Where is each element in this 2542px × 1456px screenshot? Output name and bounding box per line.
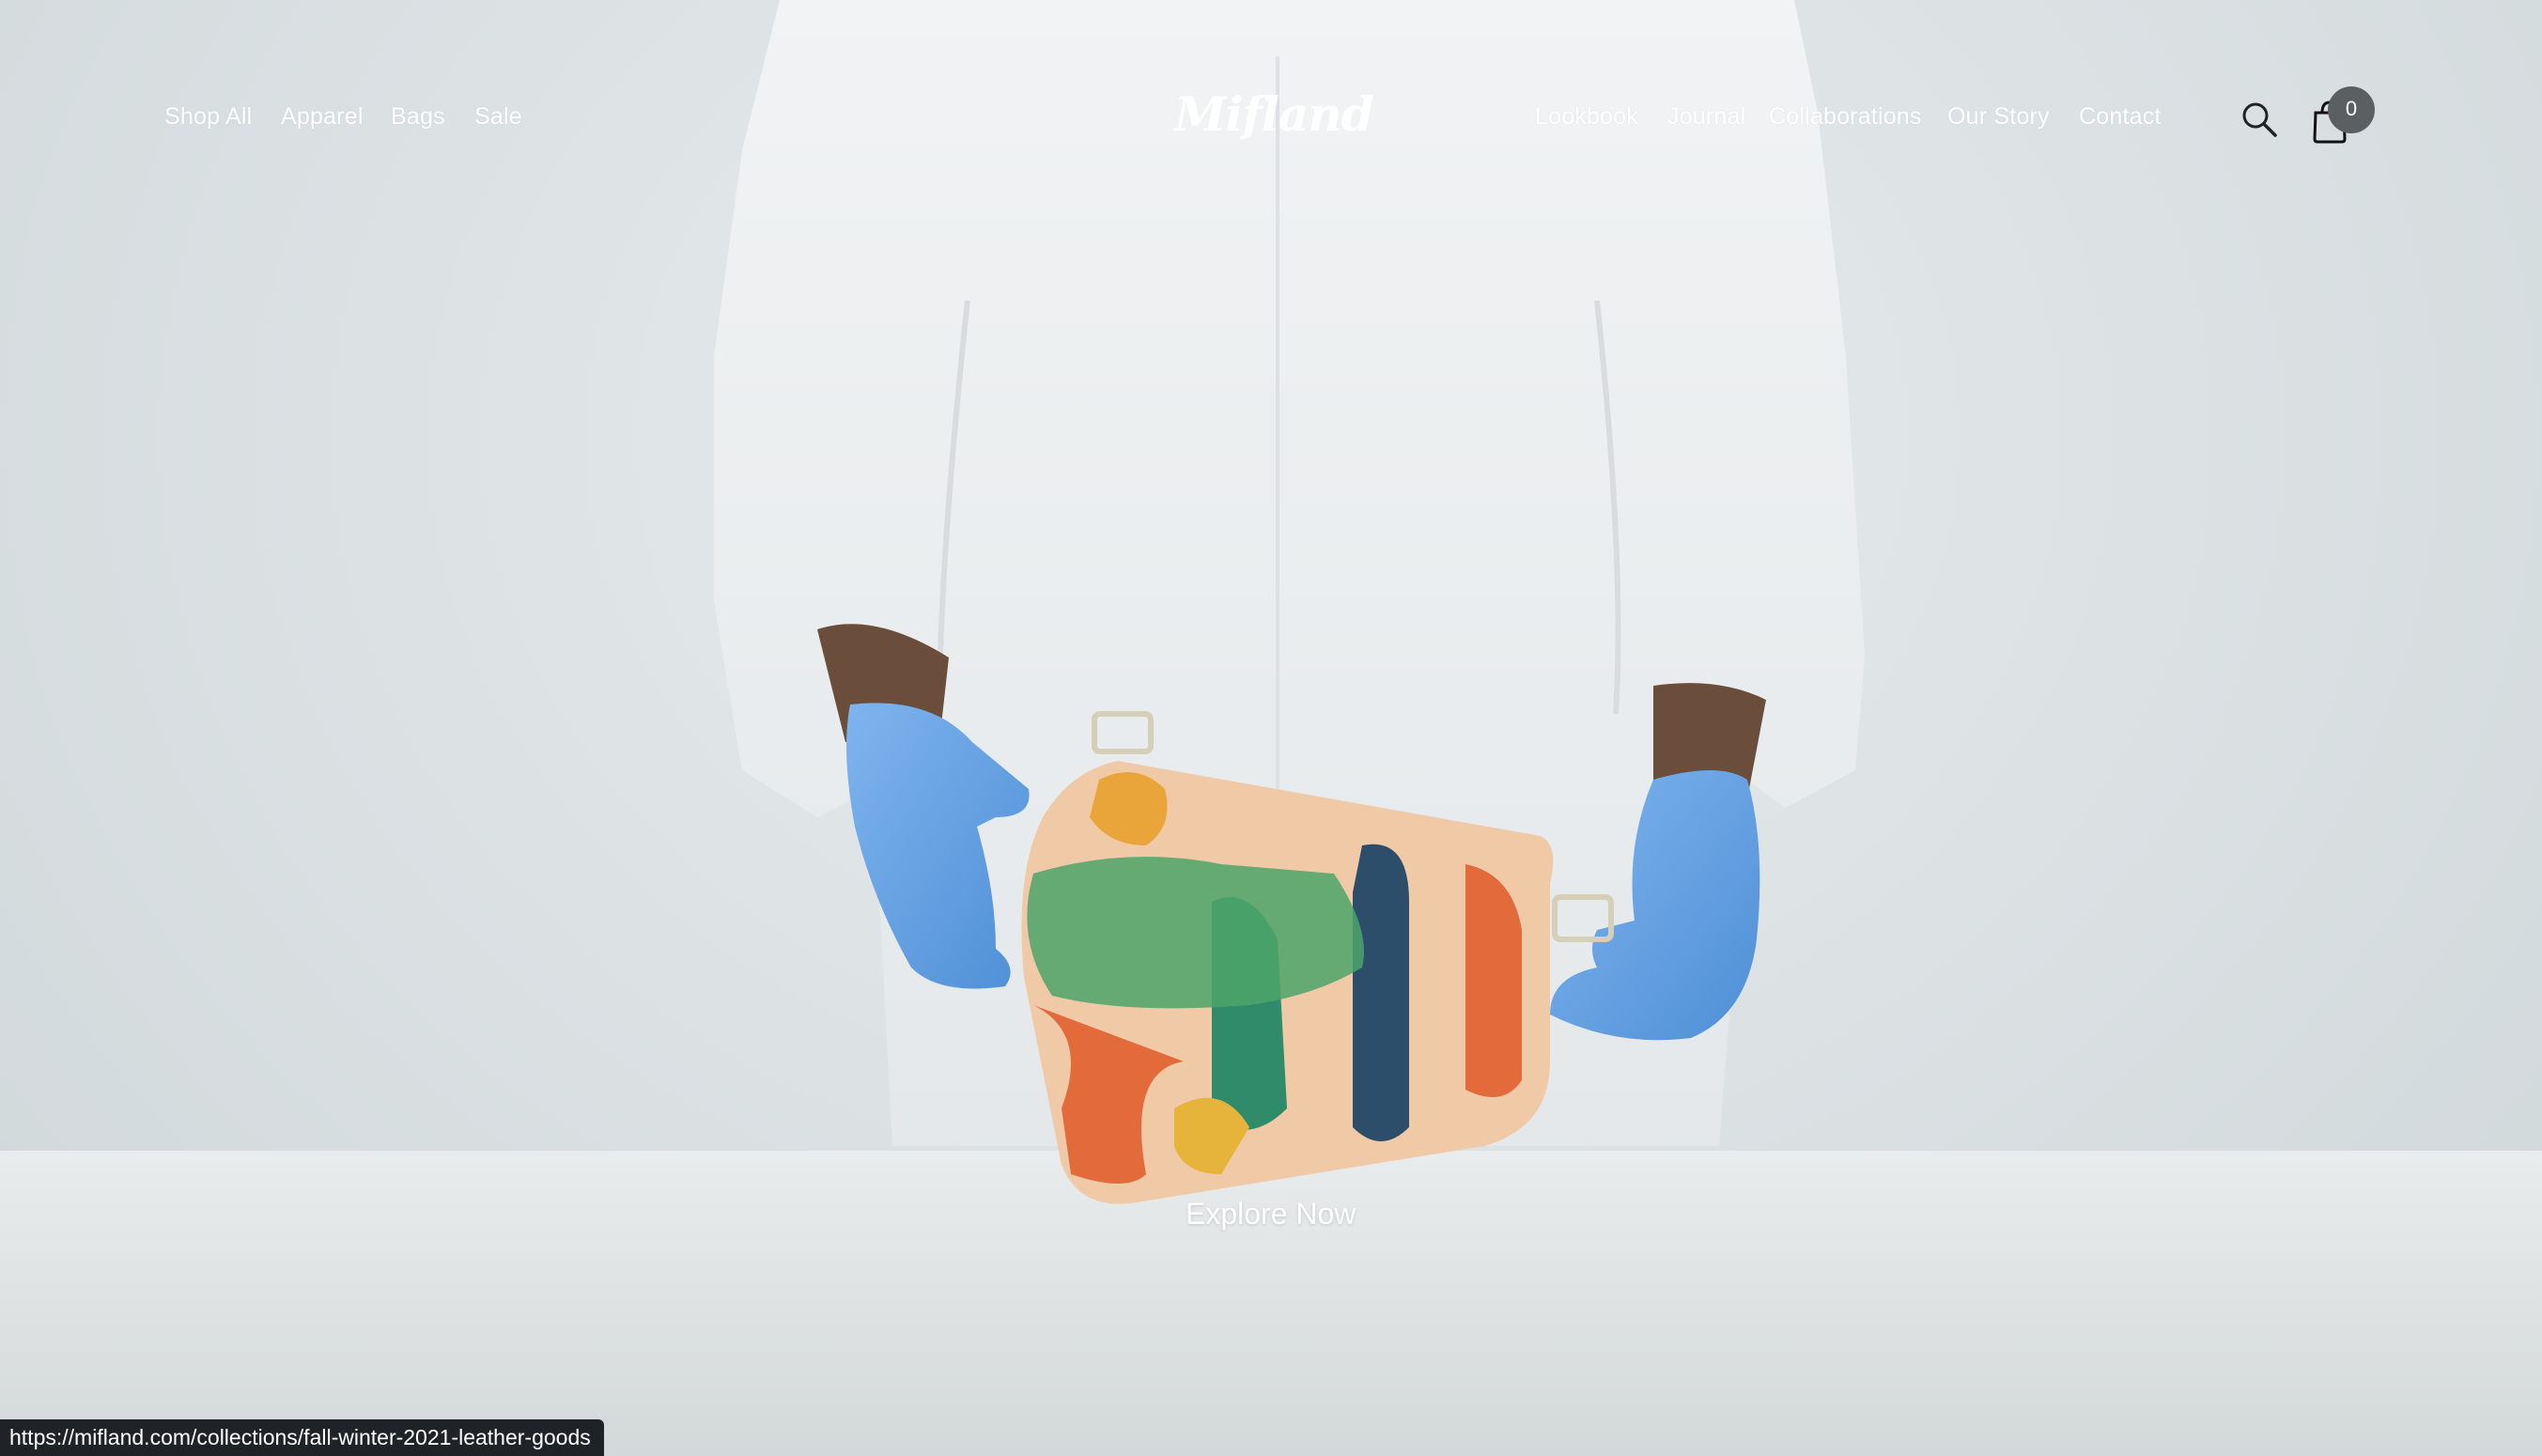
brand-logo[interactable]: Mifland — [1174, 86, 1374, 142]
hero-image — [714, 0, 1865, 1204]
explore-now-link[interactable]: Explore Now — [1186, 1197, 1356, 1231]
search-icon[interactable] — [2240, 101, 2278, 138]
nav-journal[interactable]: Journal — [1667, 103, 1745, 131]
nav-lookbook[interactable]: Lookbook — [1535, 103, 1638, 131]
status-bar-url: https://mifland.com/collections/fall-win… — [0, 1419, 604, 1456]
nav-apparel[interactable]: Apparel — [281, 103, 364, 131]
cart-count-badge[interactable]: 0 — [2328, 86, 2375, 133]
nav-shop-all[interactable]: Shop All — [164, 103, 252, 131]
hero-section: Shop All Apparel Bags Sale Mifland Lookb… — [0, 0, 2542, 1456]
nav-sale[interactable]: Sale — [474, 103, 522, 131]
nav-bags[interactable]: Bags — [391, 103, 445, 131]
nav-contact[interactable]: Contact — [2079, 103, 2162, 131]
nav-our-story[interactable]: Our Story — [1947, 103, 2050, 131]
nav-collaborations[interactable]: Collaborations — [1769, 103, 1922, 131]
